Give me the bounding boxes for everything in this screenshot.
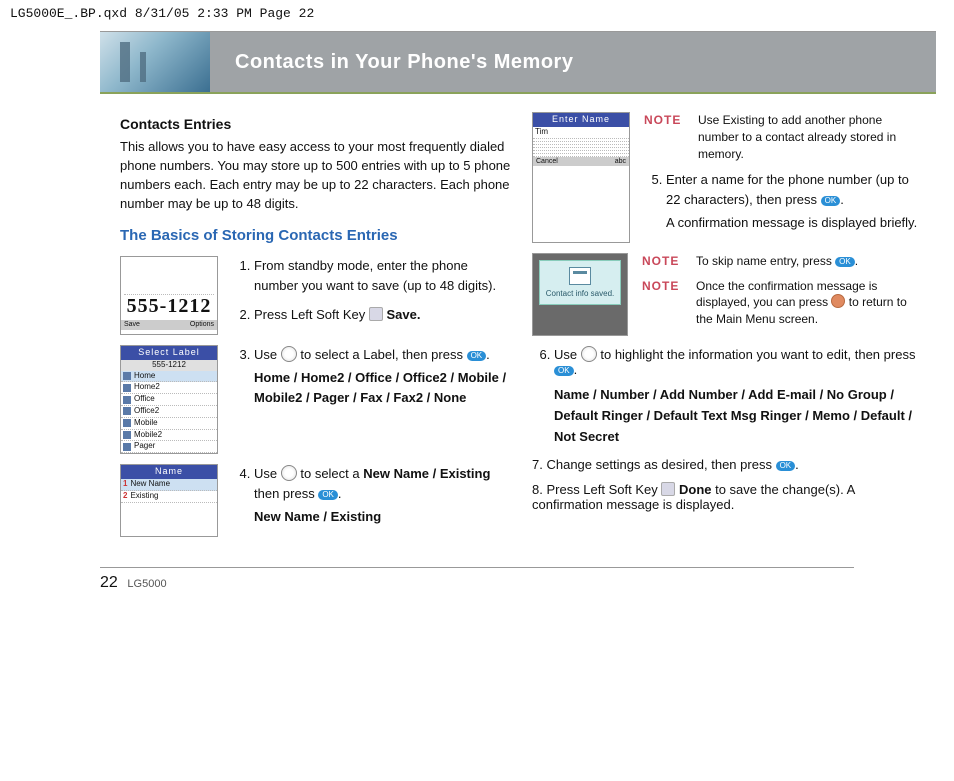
phone-screenshot-select-label: Select Label 555-1212 Home Home2 Office … bbox=[120, 345, 218, 454]
banner-photo bbox=[100, 32, 210, 92]
step-8: 8. Press Left Soft Key Done to save the … bbox=[532, 482, 924, 512]
phone-screenshot-name-menu: Name 1New Name 2Existing bbox=[120, 464, 218, 537]
note-return-main: NOTE Once the confirmation message is di… bbox=[642, 278, 924, 328]
right-block-1: Enter Name Tim Cancel abc NOTE Use Exist… bbox=[532, 112, 924, 243]
phone-screenshot-enter-name: Enter Name Tim Cancel abc bbox=[532, 112, 630, 243]
heading-basics: The Basics of Storing Contacts Entries bbox=[120, 227, 512, 244]
ok-key-icon: OK bbox=[467, 351, 487, 361]
ok-key-icon: OK bbox=[318, 490, 338, 500]
step-1: From standby mode, enter the phone numbe… bbox=[254, 256, 512, 295]
page: Contacts in Your Phone's Memory Contacts… bbox=[0, 31, 954, 622]
heading-contacts-entries: Contacts Entries bbox=[120, 116, 512, 132]
intro-paragraph: This allows you to have easy access to y… bbox=[120, 138, 512, 213]
model-id: LG5000 bbox=[127, 578, 166, 590]
left-column: Contacts Entries This allows you to have… bbox=[120, 112, 512, 547]
left-softkey-icon bbox=[369, 307, 383, 321]
step-4: Use to select a New Name / Existing then… bbox=[254, 464, 512, 527]
left-softkey-icon bbox=[661, 482, 675, 496]
step-2: Press Left Soft Key Save. bbox=[254, 305, 512, 325]
softkey-options: Options bbox=[190, 321, 214, 329]
content-columns: Contacts Entries This allows you to have… bbox=[0, 94, 954, 547]
banner-title: Contacts in Your Phone's Memory bbox=[210, 32, 936, 92]
end-key-icon bbox=[831, 294, 845, 308]
nav-key-icon bbox=[581, 346, 597, 362]
ok-key-icon: OK bbox=[821, 196, 841, 206]
nav-key-icon bbox=[281, 465, 297, 481]
phone-screenshot-saved-popup: Contact info saved. bbox=[532, 253, 628, 336]
ok-key-icon: OK bbox=[835, 257, 855, 267]
step-3: Use to select a Label, then press OK. Ho… bbox=[254, 345, 512, 408]
ok-key-icon: OK bbox=[776, 461, 796, 471]
phone-screenshot-dialer: 555-1212 Save Options bbox=[120, 256, 218, 335]
steps-block-2: Select Label 555-1212 Home Home2 Office … bbox=[120, 345, 512, 454]
note-skip-name: NOTE To skip name entry, press OK. bbox=[642, 253, 924, 270]
ok-key-icon: OK bbox=[554, 366, 574, 376]
step-6: Use to highlight the information you wan… bbox=[554, 346, 924, 447]
steps-block-3: Name 1New Name 2Existing Use to select a… bbox=[120, 464, 512, 537]
page-number: 22 bbox=[100, 574, 118, 591]
step-7: 7. Change settings as desired, then pres… bbox=[532, 457, 924, 472]
right-block-2: Contact info saved. NOTE To skip name en… bbox=[532, 253, 924, 336]
save-disk-icon bbox=[569, 267, 591, 285]
print-crop-header: LG5000E_.BP.qxd 8/31/05 2:33 PM Page 22 bbox=[0, 0, 954, 31]
footer: 22 LG5000 bbox=[0, 574, 954, 622]
nav-key-icon bbox=[281, 346, 297, 362]
right-column: Enter Name Tim Cancel abc NOTE Use Exist… bbox=[532, 112, 924, 547]
steps-block-1: 555-1212 Save Options From standby mode,… bbox=[120, 256, 512, 335]
note-use-existing: NOTE Use Existing to add another phone n… bbox=[644, 112, 924, 162]
title-band: Contacts in Your Phone's Memory bbox=[100, 31, 936, 94]
softkey-save: Save bbox=[124, 321, 140, 329]
step-5: Enter a name for the phone number (up to… bbox=[666, 170, 924, 233]
footer-rule bbox=[100, 567, 854, 568]
dialed-number: 555-1212 bbox=[124, 295, 214, 317]
